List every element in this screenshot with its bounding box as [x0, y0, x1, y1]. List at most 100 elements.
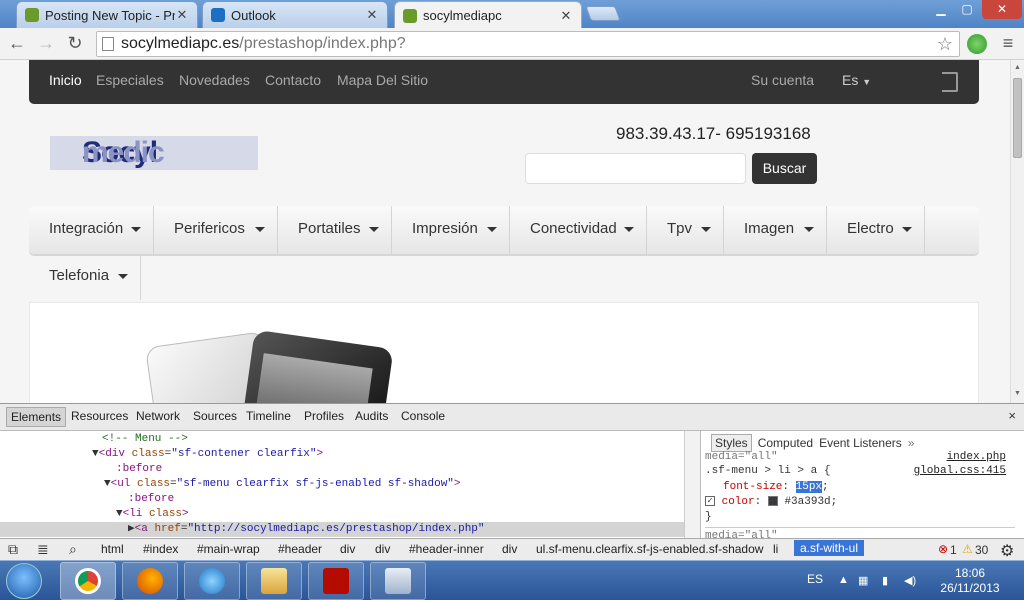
drawer-icon[interactable]: ≣: [37, 541, 49, 558]
menu-item-portatiles[interactable]: Portatiles: [278, 206, 392, 254]
menu-item-telefonia[interactable]: Telefonia: [29, 256, 141, 300]
tab-styles[interactable]: Styles: [711, 434, 752, 452]
account-link[interactable]: Su cuenta: [751, 72, 814, 88]
extension-icon[interactable]: [967, 34, 987, 54]
tab-outlook[interactable]: Outlook ✕: [202, 1, 388, 28]
more-tabs-icon[interactable]: »: [908, 436, 915, 450]
minimize-button[interactable]: ▁: [928, 0, 954, 19]
bookmark-star-icon[interactable]: ☆: [937, 32, 953, 56]
nav-link-contacto[interactable]: Contacto: [265, 72, 321, 88]
css-rule-color[interactable]: ✓ color: #3a393d;: [705, 496, 837, 508]
menu-item-perifericos[interactable]: Perifericos: [154, 206, 278, 254]
menu-item-conectividad[interactable]: Conectividad: [510, 206, 647, 254]
checkbox-icon[interactable]: ✓: [705, 496, 715, 507]
tab-audits[interactable]: Audits: [355, 409, 388, 423]
reload-button[interactable]: ↻: [64, 33, 86, 55]
nav-link-inicio[interactable]: Inicio: [49, 72, 82, 88]
search-icon[interactable]: ⌕: [69, 541, 77, 558]
search-input[interactable]: [525, 153, 746, 184]
breadcrumb-item[interactable]: #index: [143, 542, 178, 556]
dock-icon[interactable]: ⧉: [8, 541, 18, 558]
breadcrumb-item[interactable]: html: [101, 542, 124, 556]
tab-event-listeners[interactable]: Event Listeners: [819, 436, 902, 450]
dom-node[interactable]: :before: [128, 492, 174, 507]
scrollbar-thumb[interactable]: [1013, 78, 1022, 158]
css-selector[interactable]: .sf-menu > li > a {: [705, 465, 830, 477]
taskbar-acrobat[interactable]: [308, 562, 364, 600]
network-icon[interactable]: ▦: [858, 574, 868, 587]
tab-sources[interactable]: Sources: [193, 409, 237, 423]
site-logo[interactable]: Socyl medic: [50, 136, 258, 170]
css-value-editing[interactable]: 15px: [795, 481, 823, 493]
start-button[interactable]: [6, 563, 42, 599]
gear-icon[interactable]: ⚙: [1000, 541, 1014, 561]
nav-link-especiales[interactable]: Especiales: [96, 72, 164, 88]
search-button[interactable]: Buscar: [752, 153, 817, 184]
breadcrumb-item[interactable]: #main-wrap: [197, 542, 260, 556]
input-language[interactable]: ES: [807, 572, 823, 586]
breadcrumb-item[interactable]: div: [340, 542, 355, 556]
page-scrollbar[interactable]: ▲ ▼: [1010, 60, 1024, 403]
scroll-up-icon[interactable]: ▲: [1014, 64, 1021, 71]
dom-node[interactable]: ▼<li class>: [116, 507, 189, 522]
breadcrumb-item[interactable]: div: [375, 542, 390, 556]
elements-panel[interactable]: <!-- Menu --> ▼<div class="sf-contener c…: [0, 431, 684, 538]
volume-icon[interactable]: ◀): [904, 574, 916, 587]
homepage-slider[interactable]: [29, 302, 979, 403]
tab-console[interactable]: Console: [401, 409, 445, 423]
taskbar-chrome[interactable]: [60, 562, 116, 600]
back-button[interactable]: ←: [6, 33, 28, 55]
tab-close-icon[interactable]: ✕: [365, 7, 379, 23]
error-icon[interactable]: ⊗: [938, 542, 948, 556]
tab-profiles[interactable]: Profiles: [304, 409, 344, 423]
signal-icon[interactable]: ▮: [882, 574, 888, 587]
error-count[interactable]: 1: [950, 543, 957, 557]
address-bar[interactable]: socylmediapc.es/prestashop/index.php? ☆: [96, 31, 960, 57]
scroll-down-icon[interactable]: ▼: [1014, 390, 1021, 397]
taskbar-ie[interactable]: [184, 562, 240, 600]
dom-node[interactable]: ▼<div class="sf-contener clearfix">: [92, 447, 323, 462]
forward-button[interactable]: →: [35, 33, 57, 55]
clock[interactable]: 18:06 26/11/2013: [940, 566, 1000, 596]
menu-item-imagen[interactable]: Imagen: [724, 206, 827, 254]
menu-item-impresion[interactable]: Impresión: [392, 206, 510, 254]
tab-posting-new-topic[interactable]: Posting New Topic - Prest ✕: [16, 1, 198, 28]
dom-node[interactable]: <!-- Menu -->: [102, 432, 188, 447]
new-tab-button[interactable]: [585, 6, 621, 21]
breadcrumb-item[interactable]: #header: [278, 542, 322, 556]
tab-elements[interactable]: Elements: [6, 407, 67, 427]
warning-icon[interactable]: ⚠: [962, 542, 973, 556]
color-swatch[interactable]: [767, 496, 778, 507]
breadcrumb-item-selected[interactable]: a.sf-with-ul: [794, 540, 865, 556]
taskbar-firefox[interactable]: [122, 562, 178, 600]
logout-icon[interactable]: [942, 72, 958, 92]
warning-count[interactable]: 30: [975, 543, 988, 557]
breadcrumb-item[interactable]: ul.sf-menu.clearfix.sf-js-enabled.sf-sha…: [536, 542, 763, 556]
dom-node[interactable]: :before: [116, 462, 162, 477]
taskbar-calculator[interactable]: [370, 562, 426, 600]
maximize-button[interactable]: ▢: [954, 0, 980, 19]
breadcrumb-item[interactable]: div: [502, 542, 517, 556]
menu-item-integracion[interactable]: Integración: [29, 206, 154, 254]
tab-close-icon[interactable]: ✕: [559, 8, 573, 24]
breadcrumb-item[interactable]: li: [773, 542, 778, 556]
dom-node[interactable]: ▼<ul class="sf-menu clearfix sf-js-enabl…: [104, 477, 461, 492]
tab-computed[interactable]: Computed: [758, 436, 813, 450]
chrome-menu-icon[interactable]: ≡: [997, 33, 1019, 55]
css-rule-font-size[interactable]: font-size: 15px;: [723, 481, 829, 493]
source-link-global-css[interactable]: global.css:415: [914, 465, 1006, 477]
menu-item-tpv[interactable]: Tpv: [647, 206, 724, 254]
tray-expand-icon[interactable]: ▲: [838, 574, 849, 586]
tab-close-icon[interactable]: ✕: [175, 7, 189, 23]
elements-scrollbar[interactable]: [684, 431, 700, 538]
breadcrumb-item[interactable]: #header-inner: [409, 542, 484, 556]
devtools-close-button[interactable]: ×: [1008, 408, 1016, 423]
tab-resources[interactable]: Resources: [71, 409, 128, 423]
tab-timeline[interactable]: Timeline: [246, 409, 291, 423]
tab-socylmediapc[interactable]: socylmediapc ✕: [394, 1, 582, 29]
language-selector[interactable]: Es ▼: [842, 72, 871, 88]
menu-item-electro[interactable]: Electro: [827, 206, 925, 254]
nav-link-novedades[interactable]: Novedades: [179, 72, 250, 88]
source-link-index[interactable]: index.php: [947, 451, 1006, 463]
nav-link-mapa-del-sitio[interactable]: Mapa Del Sitio: [337, 72, 428, 88]
